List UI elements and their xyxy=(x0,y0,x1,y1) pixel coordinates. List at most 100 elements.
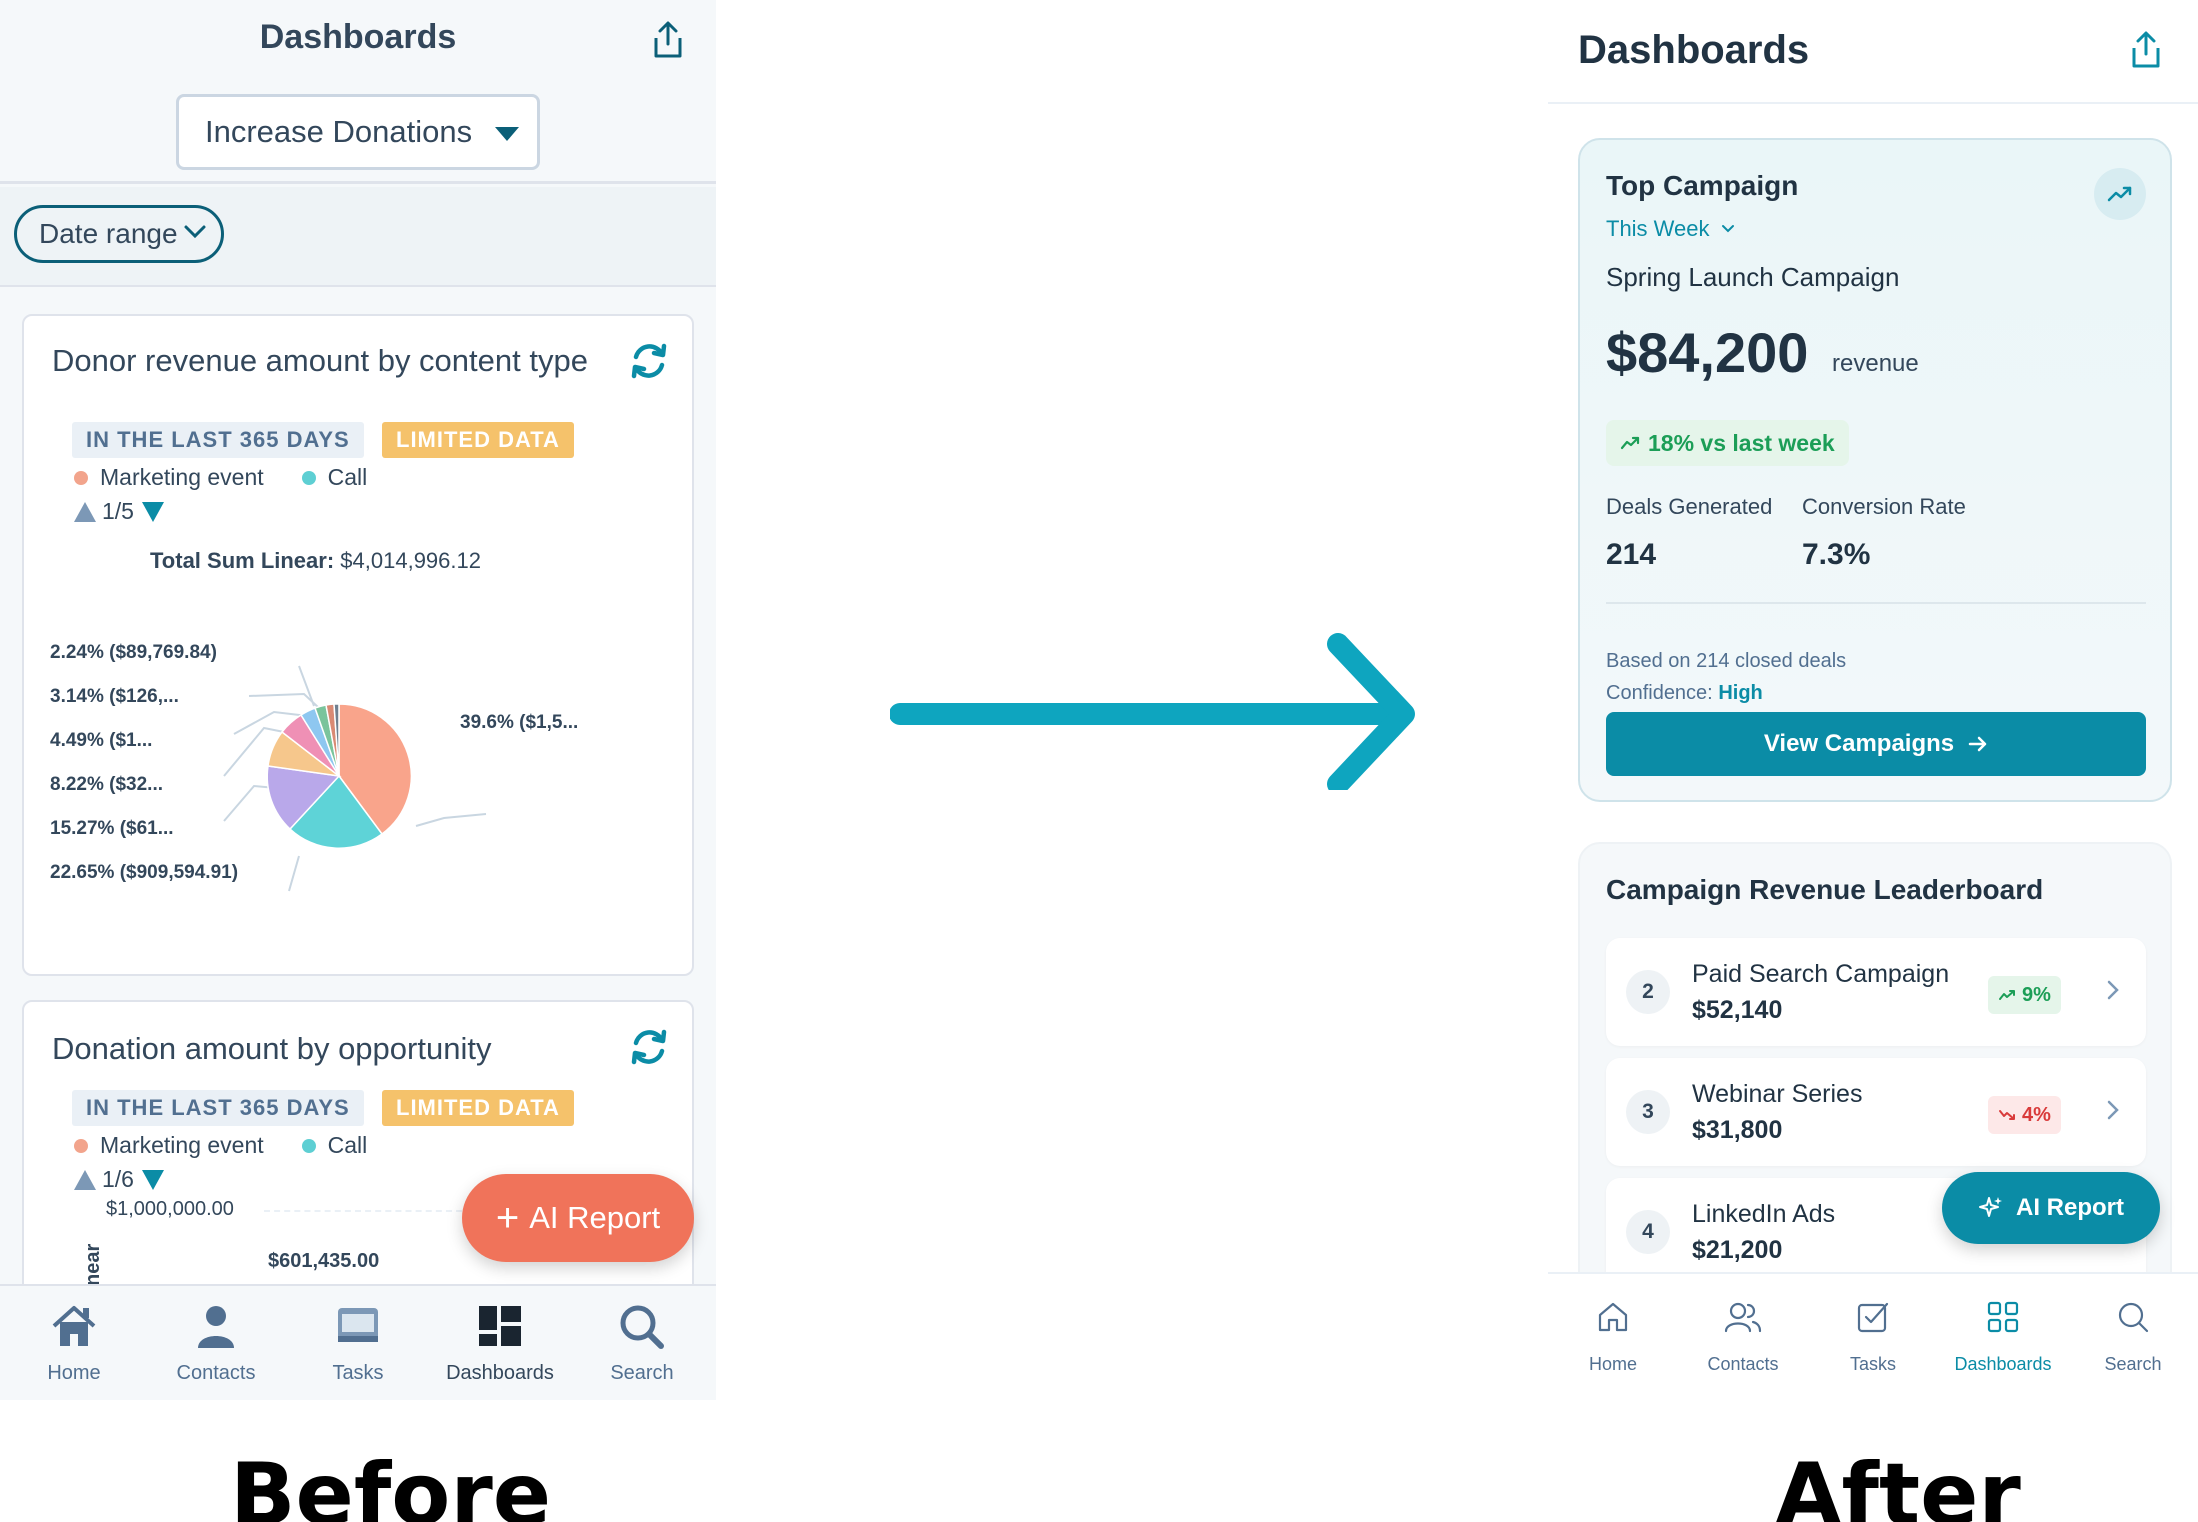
after-screen: Dashboards Top Campaign This Week Spring… xyxy=(1548,0,2198,1400)
share-icon[interactable] xyxy=(2128,30,2164,70)
pager-label: 1/6 xyxy=(102,1166,134,1192)
revenue-unit: revenue xyxy=(1832,350,1919,377)
home-icon xyxy=(1598,1302,1628,1332)
view-campaigns-button[interactable]: View Campaigns xyxy=(1606,712,2146,776)
tasks-icon xyxy=(1857,1302,1889,1333)
before-header: Dashboards Increase Donations xyxy=(0,0,716,184)
trending-up-icon xyxy=(1620,436,1640,450)
refresh-icon[interactable] xyxy=(628,340,670,382)
nav-search[interactable]: Search xyxy=(571,1286,713,1400)
leaderboard-row[interactable]: 2 Paid Search Campaign $52,140 9% xyxy=(1606,938,2146,1046)
page-up-icon[interactable] xyxy=(74,1169,96,1190)
chevron-right-icon xyxy=(2107,980,2119,1000)
legend-swatch xyxy=(74,470,88,485)
nav-home[interactable]: Home xyxy=(1548,1274,1678,1400)
nav-label: Tasks xyxy=(332,1362,384,1384)
after-header: Dashboards xyxy=(1548,0,2198,104)
total-value: $4,014,996.12 xyxy=(340,548,481,573)
date-range-tag: IN THE LAST 365 DAYS xyxy=(72,422,364,458)
ai-report-button[interactable]: AI Report xyxy=(1942,1172,2160,1244)
legend-pager: 1/6 xyxy=(74,1166,164,1193)
delta-badge: 18% vs last week xyxy=(1606,420,1849,466)
confidence-value: High xyxy=(1718,682,1763,704)
change-badge: 9% xyxy=(1988,976,2061,1014)
card-title: Top Campaign xyxy=(1606,170,1799,201)
trend-button[interactable] xyxy=(2094,168,2146,220)
nav-home[interactable]: Home xyxy=(3,1286,145,1400)
delta-label: 18% vs last week xyxy=(1648,429,1835,456)
chevron-right-icon xyxy=(2107,1100,2119,1120)
arrow-right-icon xyxy=(890,633,1415,790)
bottom-nav: Home Contacts Tasks Dashboards Search xyxy=(0,1284,716,1400)
leaderboard-row[interactable]: 3 Webinar Series $31,800 4% xyxy=(1606,1058,2146,1166)
ai-report-button[interactable]: + AI Report xyxy=(462,1174,694,1262)
confidence-label: Confidence: xyxy=(1606,682,1713,704)
nav-search[interactable]: Search xyxy=(2068,1274,2198,1400)
nav-label: Contacts xyxy=(176,1362,256,1384)
trending-up-icon xyxy=(1999,990,2015,1000)
nav-contacts[interactable]: Contacts xyxy=(1678,1274,1808,1400)
legend-item: Call xyxy=(327,1132,368,1158)
pie-label: 3.14% ($126,... xyxy=(50,686,179,707)
dashboards-icon xyxy=(479,1306,521,1346)
change-value: 4% xyxy=(2022,1103,2051,1126)
sparkle-icon xyxy=(1979,1197,2002,1217)
confidence-note: Confidence: High xyxy=(1606,682,1763,705)
nav-label: Home xyxy=(1588,1354,1637,1374)
chevron-down-icon xyxy=(1721,225,1734,233)
page-title: Dashboards xyxy=(259,18,457,56)
trending-down-icon xyxy=(1999,1110,2015,1120)
change-value: 9% xyxy=(2022,983,2051,1006)
nav-label: Search xyxy=(610,1362,674,1384)
nav-contacts[interactable]: Contacts xyxy=(145,1286,287,1400)
nav-label: Contacts xyxy=(1707,1354,1779,1374)
pie-chart xyxy=(223,665,487,892)
stat-label: Deals Generated xyxy=(1606,494,1773,519)
trending-up-icon xyxy=(2107,186,2132,202)
refresh-icon[interactable] xyxy=(628,1026,670,1068)
nav-dashboards[interactable]: Dashboards xyxy=(1938,1274,2068,1400)
divider xyxy=(1606,602,2146,604)
legend-pager: 1/5 xyxy=(74,498,164,525)
date-range-filter[interactable]: Date range xyxy=(14,205,224,263)
period-selector[interactable]: This Week xyxy=(1606,216,1736,242)
stat-value: 214 xyxy=(1606,538,1657,571)
pie-label: 22.65% ($909,594.91) xyxy=(50,862,239,883)
pie-label: 8.22% ($32... xyxy=(50,774,164,795)
nav-tasks[interactable]: Tasks xyxy=(1808,1274,1938,1400)
date-range-tag: IN THE LAST 365 DAYS xyxy=(72,1090,364,1126)
nav-dashboards[interactable]: Dashboards xyxy=(429,1286,571,1400)
pager-label: 1/5 xyxy=(102,498,134,524)
dashboard-select-value: Increase Donations xyxy=(205,114,473,149)
campaign-name: Paid Search Campaign xyxy=(1692,960,1950,988)
bar-data-label: $601,435.00 xyxy=(268,1250,380,1272)
pie-slices xyxy=(266,703,413,849)
campaign-value: $52,140 xyxy=(1692,996,1783,1024)
nav-label: Home xyxy=(47,1362,101,1384)
search-icon xyxy=(2118,1302,2149,1333)
basis-note: Based on 214 closed deals xyxy=(1606,650,1847,672)
total-label: Total Sum Linear: xyxy=(150,548,335,573)
page-down-icon[interactable] xyxy=(141,501,164,522)
campaign-name: Spring Launch Campaign xyxy=(1606,262,1900,292)
chart-total: Total Sum Linear: $4,014,996.12 xyxy=(150,548,481,574)
card-title: Campaign Revenue Leaderboard xyxy=(1606,874,2044,905)
nav-label: Search xyxy=(2104,1354,2162,1374)
page-up-icon[interactable] xyxy=(74,501,96,522)
rank-badge: 3 xyxy=(1626,1090,1670,1134)
pie-label: 2.24% ($89,769.84) xyxy=(50,642,217,663)
nav-label: Dashboards xyxy=(446,1362,554,1384)
nav-tasks[interactable]: Tasks xyxy=(287,1286,429,1400)
rank-badge: 2 xyxy=(1626,970,1670,1014)
share-icon[interactable] xyxy=(650,20,686,60)
tasks-icon xyxy=(338,1308,378,1342)
campaign-value: $31,800 xyxy=(1692,1116,1783,1144)
dashboard-select[interactable]: Increase Donations xyxy=(176,94,540,170)
search-icon xyxy=(620,1305,664,1349)
report-card-donor-revenue: Donor revenue amount by content type IN … xyxy=(22,314,694,976)
report-title: Donation amount by opportunity xyxy=(52,1031,492,1066)
page-down-icon[interactable] xyxy=(141,1169,164,1190)
stat-label: Conversion Rate xyxy=(1802,494,1966,519)
legend-swatch xyxy=(301,470,316,485)
chart-legend: Marketing event Call xyxy=(74,1132,367,1159)
